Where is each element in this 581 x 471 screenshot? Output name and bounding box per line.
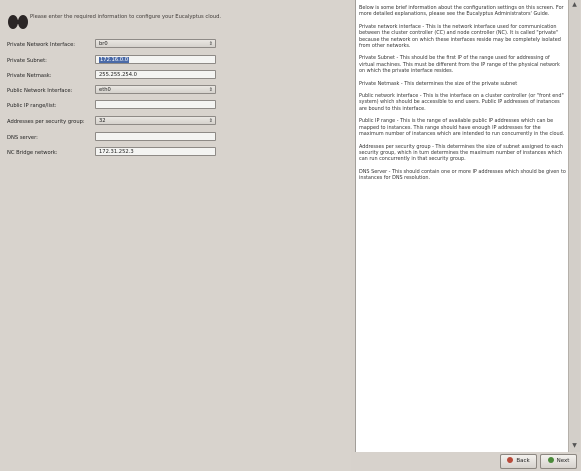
dropdown-arrow-icon: ⇕ <box>208 87 213 93</box>
back-button[interactable]: Back <box>500 454 537 469</box>
text-input[interactable]: 172.16.0.0 <box>95 55 216 64</box>
help-paragraph: Below is some brief information about th… <box>359 5 564 18</box>
text-input[interactable]: 255.255.254.0 <box>95 70 216 79</box>
dropdown-select[interactable]: br0 ⇕ <box>95 39 216 48</box>
field-label: Public IP range/list: <box>7 103 57 109</box>
dropdown-select[interactable]: 32 ⇕ <box>95 116 216 125</box>
next-arrow-icon <box>547 457 554 463</box>
field-value: 172.31.252.3 <box>99 149 134 155</box>
field-label: Public Network Interface: <box>7 88 73 94</box>
scroll-down-icon[interactable]: ▼ <box>570 442 579 451</box>
scroll-up-icon[interactable]: ▲ <box>570 1 579 10</box>
dropdown-arrow-icon: ⇕ <box>208 118 213 124</box>
configuration-form-panel: Please enter the required information to… <box>0 0 351 471</box>
field-label: Private Netmask: <box>7 73 52 79</box>
intro-text: Please enter the required information to… <box>30 14 222 20</box>
field-label: Addresses per security group: <box>7 119 85 125</box>
dropdown-arrow-icon: ⇕ <box>208 41 213 47</box>
field-value: eth0 <box>99 87 111 93</box>
help-paragraph: Public IP range - This is the range of a… <box>359 118 565 138</box>
field-value: 172.16.0.0 <box>99 57 130 63</box>
help-scrollbar[interactable]: ▲ ▼ <box>568 0 580 452</box>
dropdown-select[interactable]: eth0 ⇕ <box>95 85 216 94</box>
help-paragraph: DNS Server - This should contain one or … <box>359 168 566 182</box>
help-text: Below is some brief information about th… <box>359 5 566 188</box>
field-value: 32 <box>99 118 106 124</box>
field-value: 255.255.254.0 <box>99 72 137 78</box>
help-paragraph: Private Subnet - This should be the firs… <box>359 55 560 75</box>
text-input[interactable] <box>95 100 216 109</box>
eucalyptus-logo-icon <box>8 15 28 29</box>
field-label: Private Subnet: <box>7 58 47 64</box>
field-label: NC Bridge network: <box>7 150 58 156</box>
next-button[interactable]: Next <box>540 454 577 469</box>
field-value: br0 <box>99 41 108 47</box>
help-paragraph: Private network interface - This is the … <box>359 23 561 50</box>
help-paragraph: Addresses per security group - This dete… <box>359 143 564 163</box>
back-arrow-icon <box>507 457 514 463</box>
help-paragraph: Public network interface - This is the i… <box>359 93 564 112</box>
field-label: DNS server: <box>7 135 38 141</box>
help-panel: Below is some brief information about th… <box>355 0 569 452</box>
help-paragraph: Private Netmask - This determines the si… <box>359 80 518 87</box>
field-label: Private Network Interface: <box>7 42 76 48</box>
text-input[interactable] <box>95 132 216 141</box>
text-input[interactable]: 172.31.252.3 <box>95 147 216 156</box>
